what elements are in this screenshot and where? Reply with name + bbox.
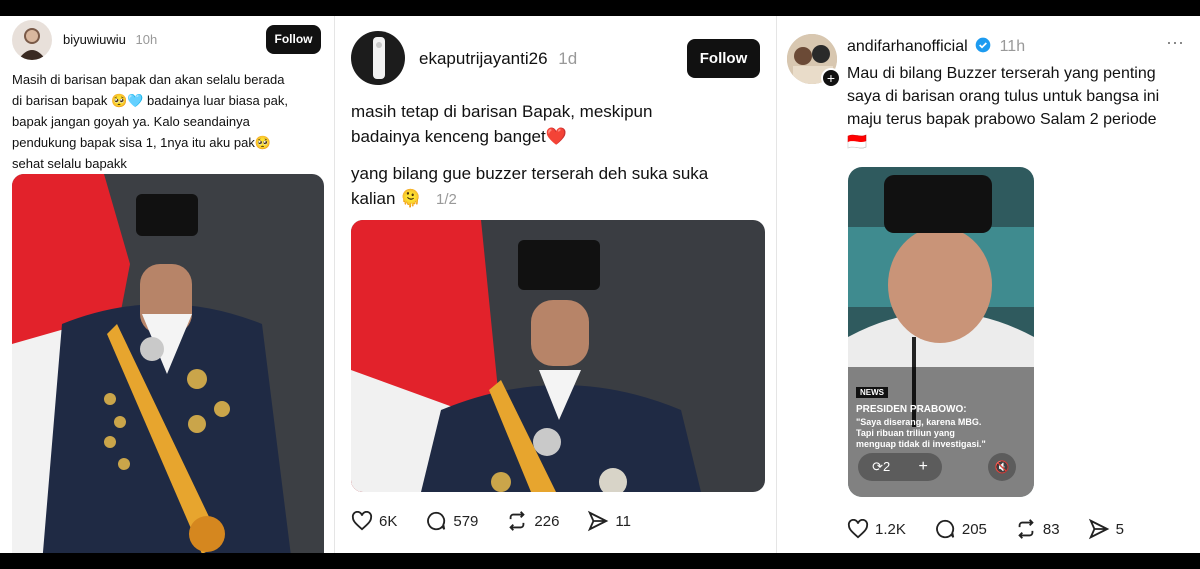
video-headline: PRESIDEN PRABOWO: [856,404,967,415]
text-line: Mau di bilang Buzzer terserah yang penti… [847,65,1156,82]
text-line: badainya kenceng banget❤️ [351,127,567,146]
heart-icon [351,511,373,531]
comment-icon [936,519,955,539]
like-count: 1.2K [875,520,906,538]
repost-icon [509,511,526,531]
send-icon [1088,518,1109,540]
post-username[interactable]: biyuwiuwiu 10h [63,32,157,47]
post-username[interactable]: ekaputrijayanti26 1d [419,49,577,69]
more-options-icon[interactable]: ··· [1166,32,1184,53]
comment-count: 579 [453,512,479,530]
post-text: masih tetap di barisan Bapak, meskipun b… [351,99,708,212]
post-time: 10h [135,32,158,47]
like-count: 6K [379,512,398,530]
post-biyuwiuwiu: biyuwiuwiu 10h Follow Masih di barisan b… [0,16,334,553]
text-line: maju terus bapak prabowo Salam 2 periode [847,111,1157,128]
post-text: Masih di barisan bapak dan akan selalu b… [12,69,288,174]
post-time: 11h [999,38,1026,55]
username-text[interactable]: andifarhanofficial [847,38,968,55]
text-line: Masih di barisan bapak dan akan selalu b… [12,72,285,87]
text-line: di barisan bapak 🥺🩵 badainya luar biasa … [12,93,288,108]
text-line: bapak jangan goyah ya. Kalo seandainya [12,114,250,129]
screenshot-frame: biyuwiuwiu 10h Follow Masih di barisan b… [0,16,1200,553]
video-card[interactable]: NEWS PRESIDEN PRABOWO: "Saya diserang, k… [848,167,1034,497]
mute-icon[interactable]: 🔇 [988,453,1016,481]
repost-count: 83 [1042,520,1060,538]
repost-count: 226 [534,512,560,530]
page-indicator: 1/2 [436,191,457,208]
flag-emoji: 🇮🇩 [847,134,867,151]
quote-line: menguap tidak di investigasi." [856,439,986,449]
share-button[interactable]: 5 [1088,518,1124,540]
text-line: yang bilang gue buzzer terserah deh suka… [351,164,709,183]
share-button[interactable]: 11 [587,510,631,532]
username-text[interactable]: biyuwiuwiu [63,32,126,47]
comment-icon [427,511,446,531]
follow-button[interactable]: Follow [266,25,321,54]
post-andifarhanofficial: + andifarhanofficial 11h ··· Mau di bila… [777,16,1200,553]
repost-button[interactable]: 226 [506,510,559,532]
follow-button[interactable]: Follow [687,39,760,78]
post-time: 1d [558,49,578,68]
plus-icon: + [918,458,928,475]
share-count: 11 [615,512,631,530]
post-username[interactable]: andifarhanofficial 11h [847,37,1025,56]
repost-button[interactable]: 83 [1015,518,1060,540]
text-line: kalian 🫠 1/2 [351,186,708,212]
repost-icon [1018,519,1034,539]
post-actions: 1.2K 205 83 5 [847,518,1152,540]
comment-button[interactable]: 205 [934,518,987,540]
verified-icon [975,37,991,53]
comment-count: 205 [961,520,987,538]
share-count: 5 [1115,520,1124,538]
avatar[interactable] [12,20,52,60]
video-repost-chip[interactable]: ⟳2 + [858,453,942,481]
avatar[interactable] [351,31,405,85]
post-actions: 6K 579 226 11 [351,510,659,532]
news-tag: NEWS [856,387,888,398]
post-ekaputrijayanti26: ekaputrijayanti26 1d Follow masih tetap … [335,16,776,553]
text-line: masih tetap di barisan Bapak, meskipun [351,102,653,121]
post-photo[interactable] [351,220,765,492]
add-follow-icon[interactable]: + [821,68,841,88]
send-icon [588,510,609,532]
post-photo[interactable] [12,174,324,553]
video-quote: "Saya diserang, karena MBG. Tapi ribuan … [856,417,986,450]
video-repost-count: 2 [883,459,891,474]
text-line: pendukung bapak sisa 1, 1nya itu aku pak… [12,135,272,150]
comment-button[interactable]: 579 [425,510,478,532]
like-button[interactable]: 1.2K [847,519,906,539]
text-line: saya di barisan orang tulus untuk bangsa… [847,88,1160,105]
text-line: sehat selalu bapakk [12,156,127,171]
heart-icon [847,519,869,539]
text-line-end: kalian 🫠 [351,189,422,208]
quote-line: Tapi ribuan triliun yang [856,428,955,438]
post-text: Mau di bilang Buzzer terserah yang penti… [847,62,1159,154]
like-button[interactable]: 6K [351,511,397,531]
username-text[interactable]: ekaputrijayanti26 [419,49,548,68]
repost-icon: ⟳2 [872,459,891,474]
quote-line: "Saya diserang, karena MBG. [856,417,982,427]
